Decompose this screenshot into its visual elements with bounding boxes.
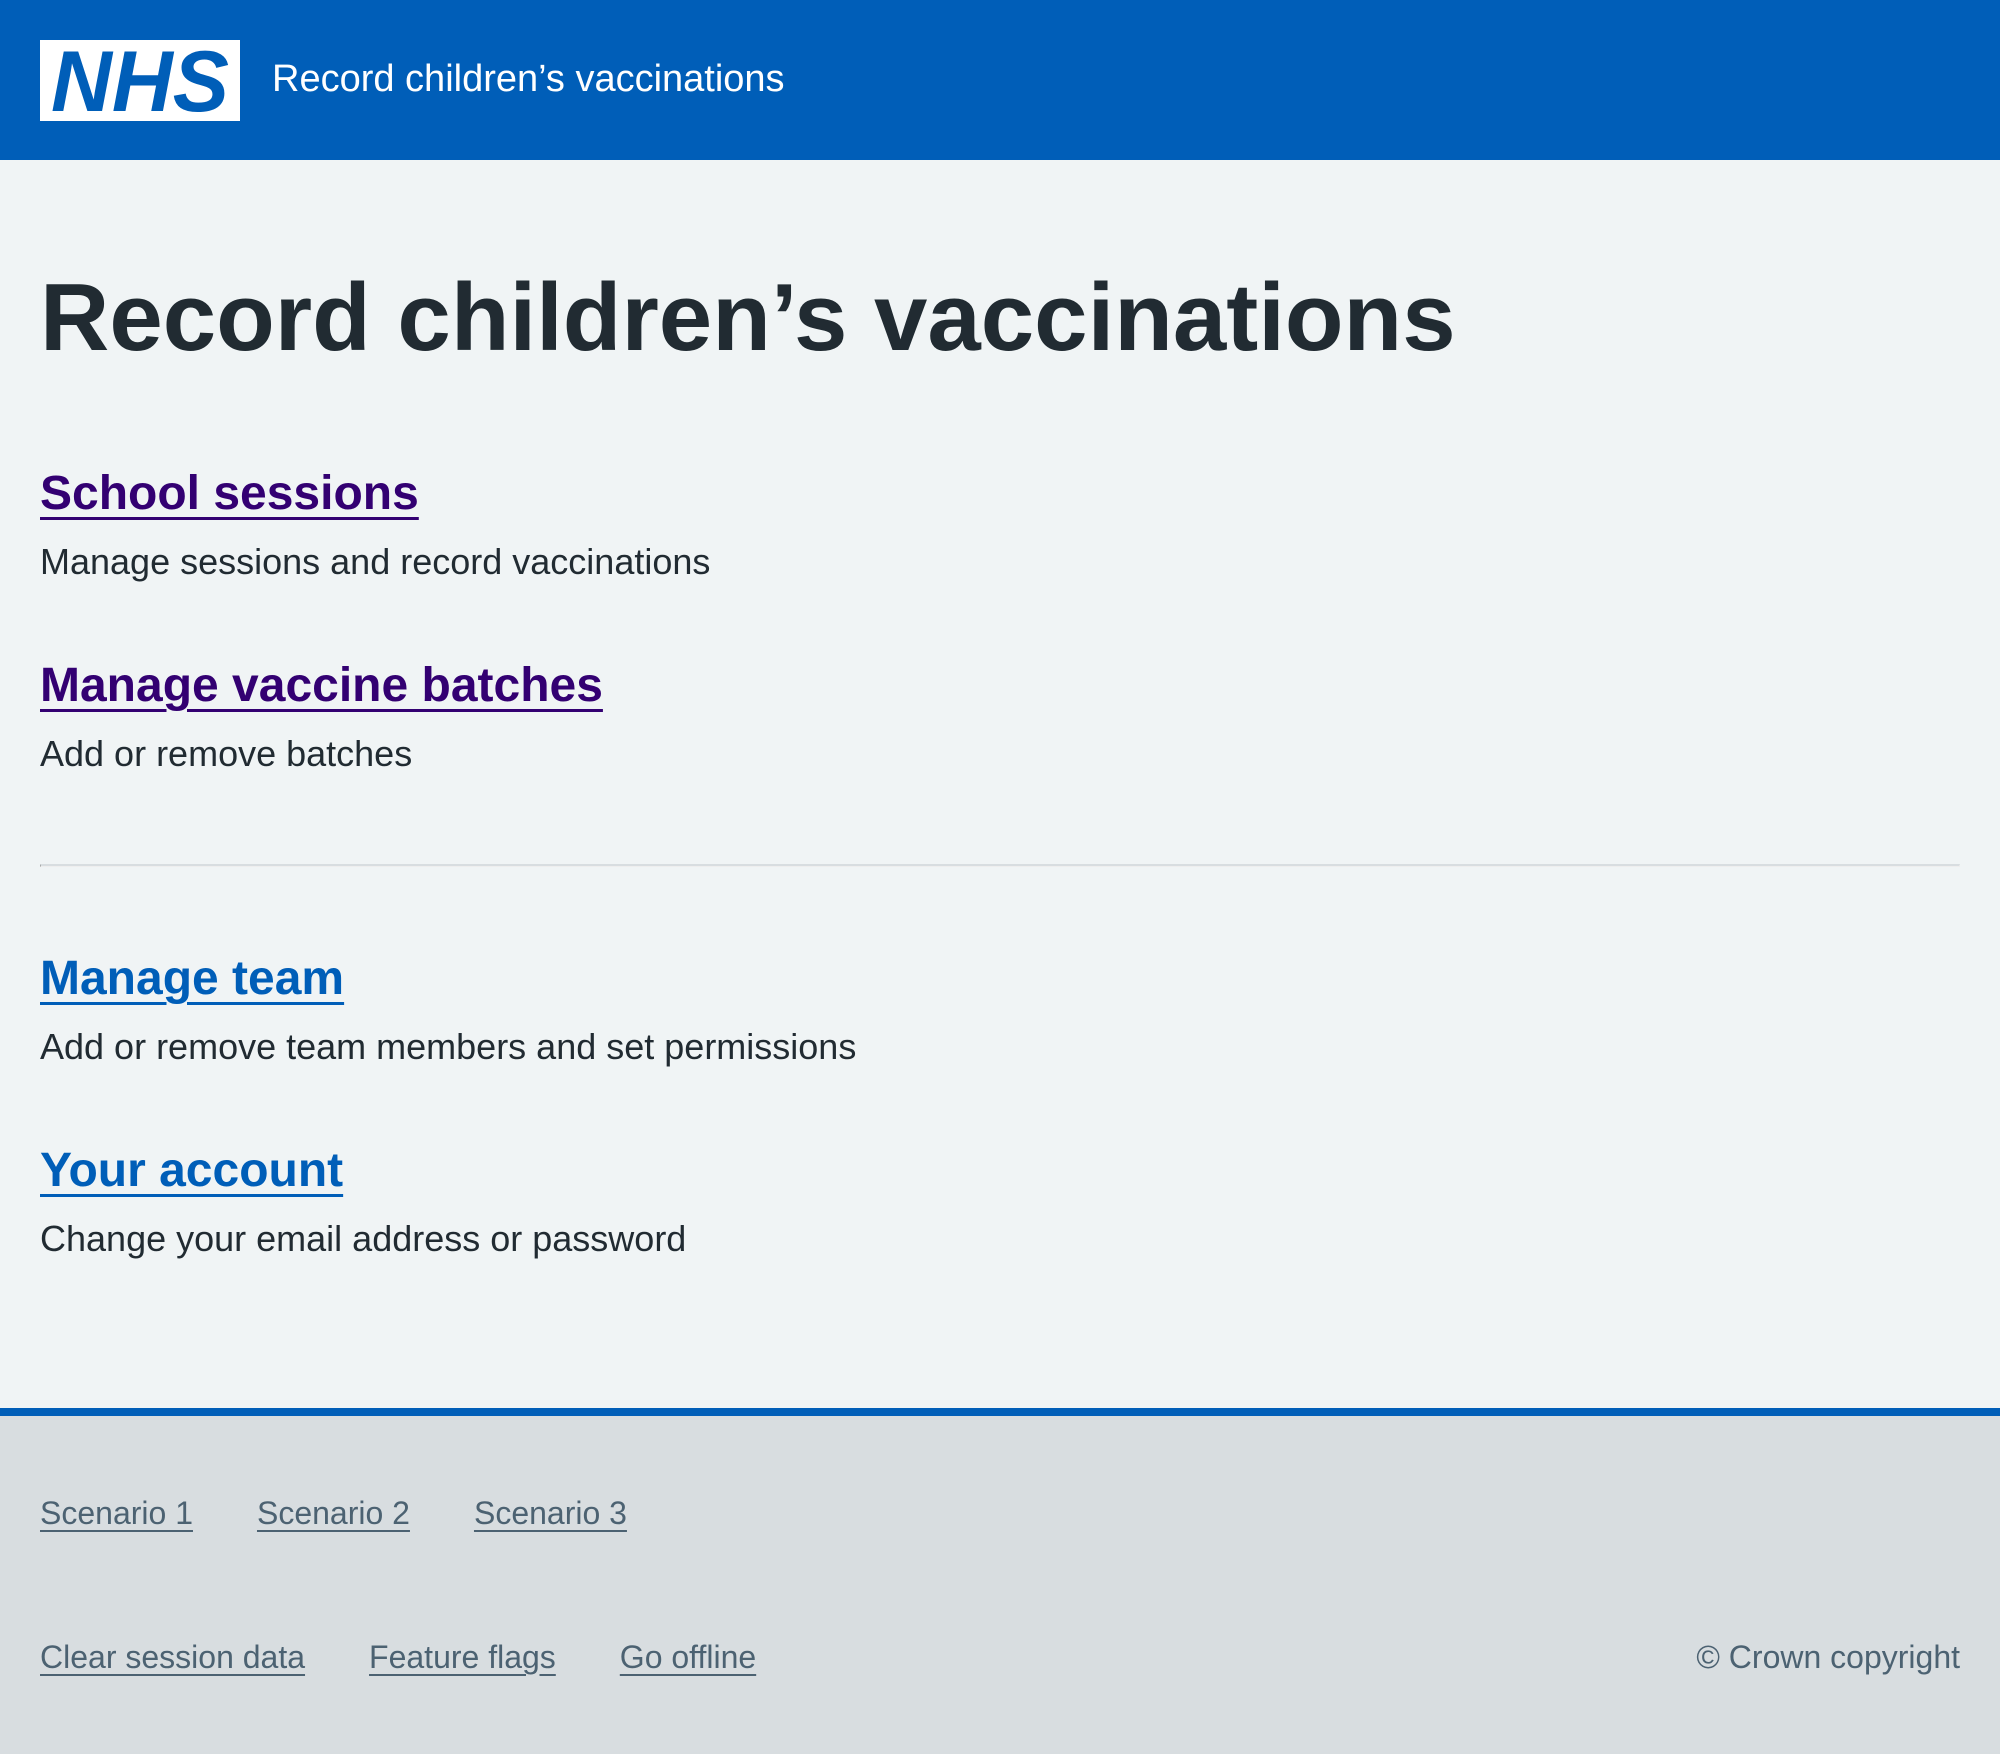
your-account-description: Change your email address or password xyxy=(40,1218,687,1259)
utility-links: Clear session data Feature flags Go offl… xyxy=(40,1635,756,1679)
service-name[interactable]: Record children’s vaccinations xyxy=(272,54,785,104)
school-sessions-link[interactable]: School sessions xyxy=(40,462,419,526)
nav-item-manage-team: Manage team Add or remove team members a… xyxy=(40,947,1640,1071)
manage-vaccine-batches-description: Add or remove batches xyxy=(40,733,413,774)
section-divider xyxy=(40,864,1960,867)
school-sessions-description: Manage sessions and record vaccinations xyxy=(40,541,711,582)
nav-item-your-account: Your account Change your email address o… xyxy=(40,1139,1640,1263)
feature-flags-link[interactable]: Feature flags xyxy=(369,1635,556,1679)
scenario-1-link[interactable]: Scenario 1 xyxy=(40,1491,193,1535)
nhs-logo[interactable]: NHS xyxy=(40,40,240,121)
clear-session-data-link[interactable]: Clear session data xyxy=(40,1635,305,1679)
site-header: NHS Record children’s vaccinations xyxy=(0,0,2000,160)
page-title: Record children’s vaccinations xyxy=(40,264,1456,371)
manage-vaccine-batches-link[interactable]: Manage vaccine batches xyxy=(40,654,603,718)
nav-item-school-sessions: School sessions Manage sessions and reco… xyxy=(40,462,1640,586)
go-offline-link[interactable]: Go offline xyxy=(620,1635,756,1679)
your-account-link[interactable]: Your account xyxy=(40,1139,343,1203)
manage-team-link[interactable]: Manage team xyxy=(40,947,344,1011)
nhs-logo-text: NHS xyxy=(51,40,229,121)
scenario-2-link[interactable]: Scenario 2 xyxy=(257,1491,410,1535)
site-footer: Scenario 1 Scenario 2 Scenario 3 Clear s… xyxy=(0,1408,2000,1754)
nhs-logo-icon: NHS xyxy=(40,40,240,121)
scenario-3-link[interactable]: Scenario 3 xyxy=(474,1491,627,1535)
scenario-links: Scenario 1 Scenario 2 Scenario 3 xyxy=(40,1491,627,1535)
crown-copyright: © Crown copyright xyxy=(1696,1639,1960,1675)
nav-item-vaccine-batches: Manage vaccine batches Add or remove bat… xyxy=(40,654,1640,778)
page: NHS Record children’s vaccinations Recor… xyxy=(0,0,2000,1754)
manage-team-description: Add or remove team members and set permi… xyxy=(40,1026,857,1067)
